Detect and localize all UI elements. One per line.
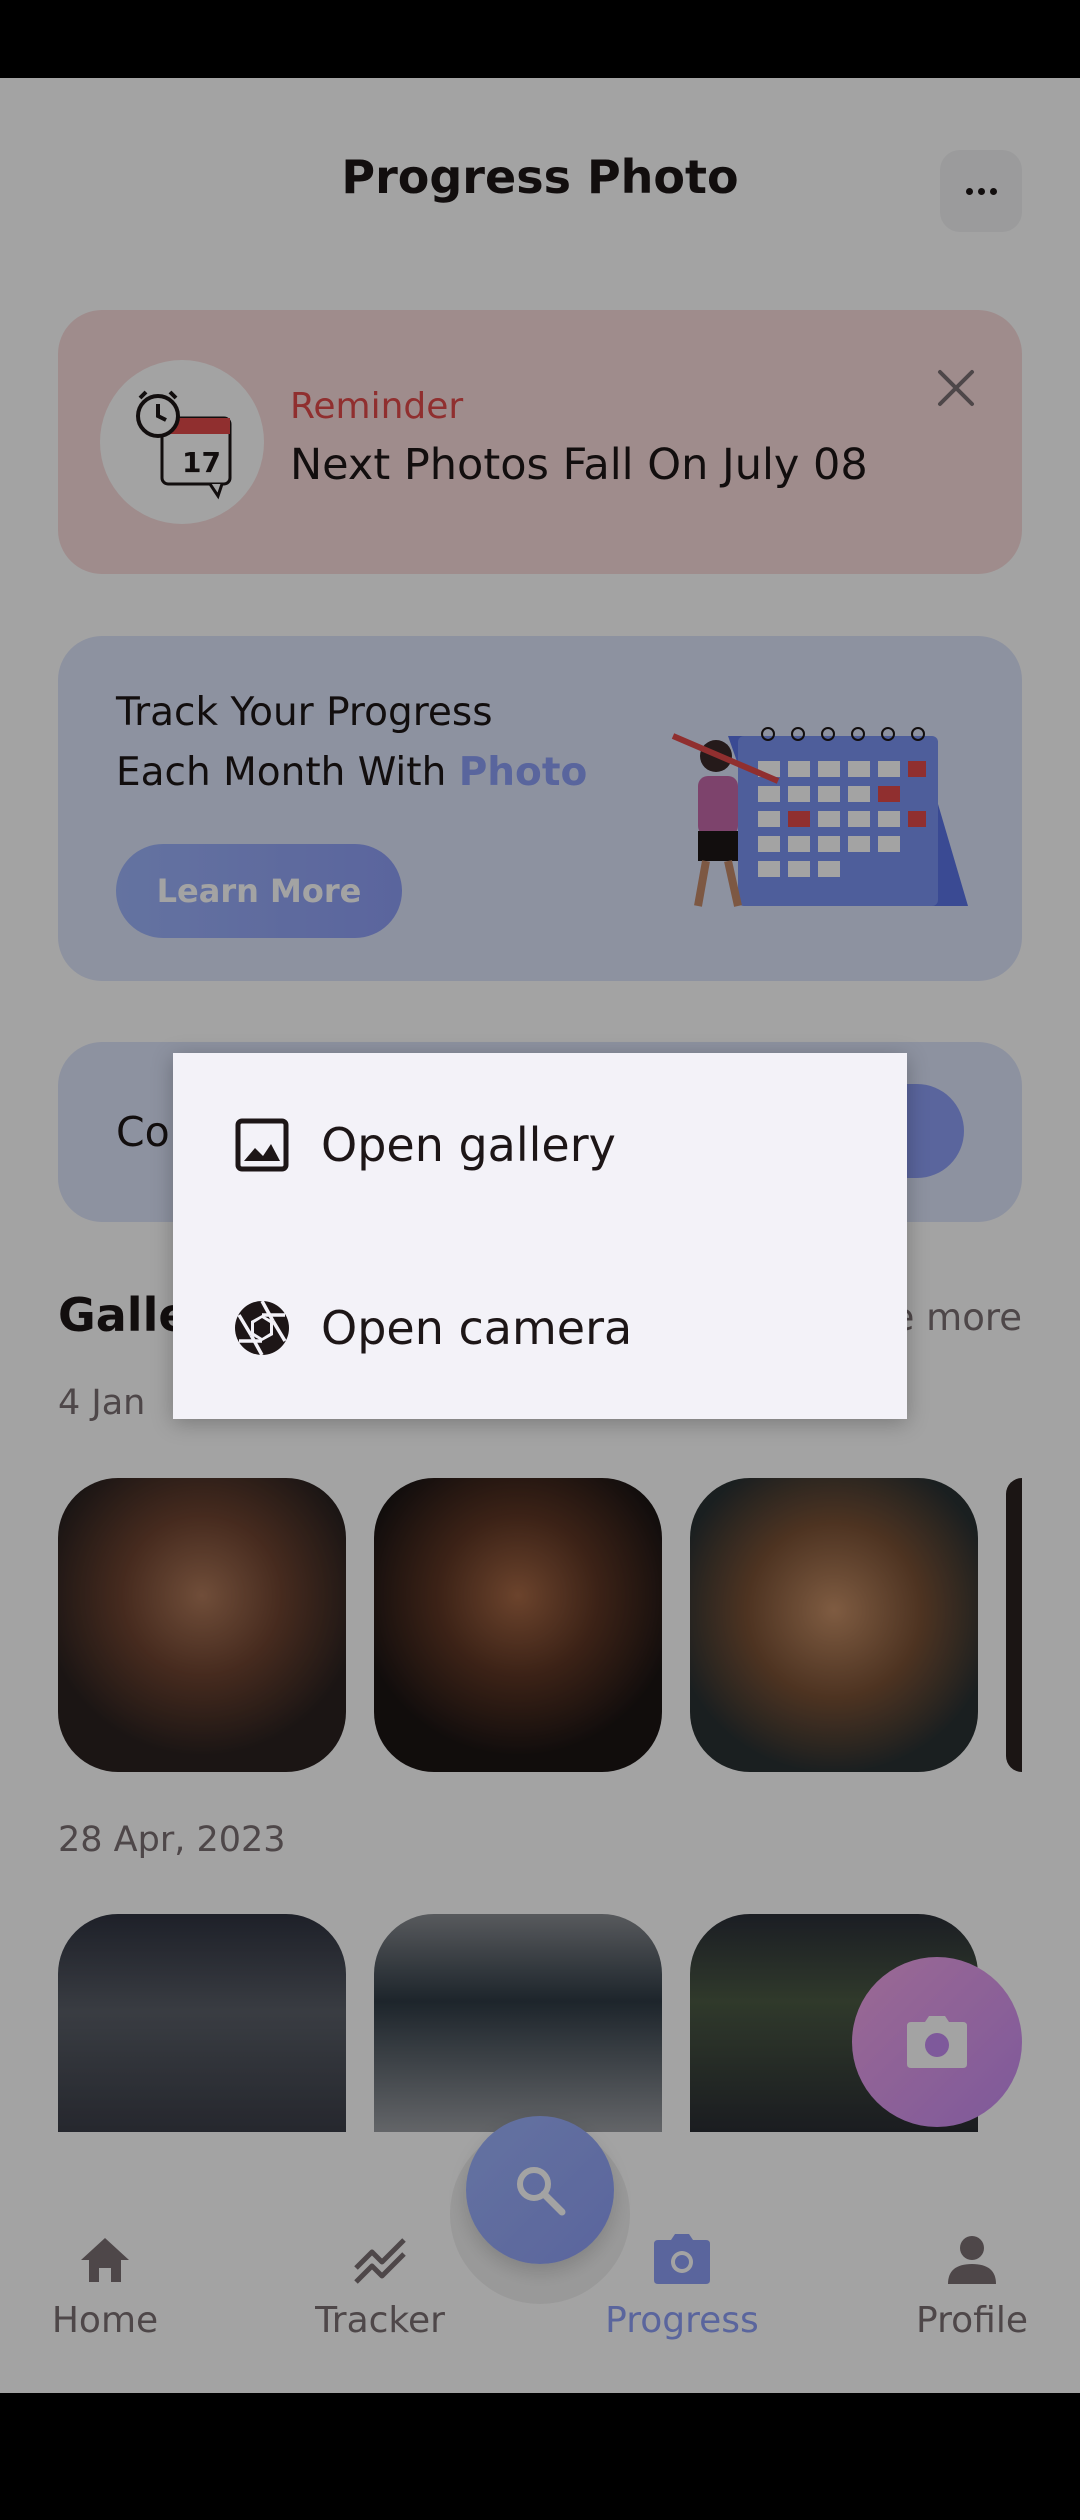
image-source-dialog: Open gallery Open camera	[173, 1053, 907, 1419]
camera-shutter-icon	[235, 1299, 289, 1356]
option-label: Open camera	[321, 1300, 633, 1355]
option-label: Open gallery	[321, 1117, 616, 1172]
open-camera-option[interactable]: Open camera	[173, 1236, 907, 1419]
image-icon	[235, 1118, 289, 1171]
app-screen: Progress Photo 17 Reminder Next Photos F…	[0, 78, 1080, 2393]
open-gallery-option[interactable]: Open gallery	[173, 1053, 907, 1236]
